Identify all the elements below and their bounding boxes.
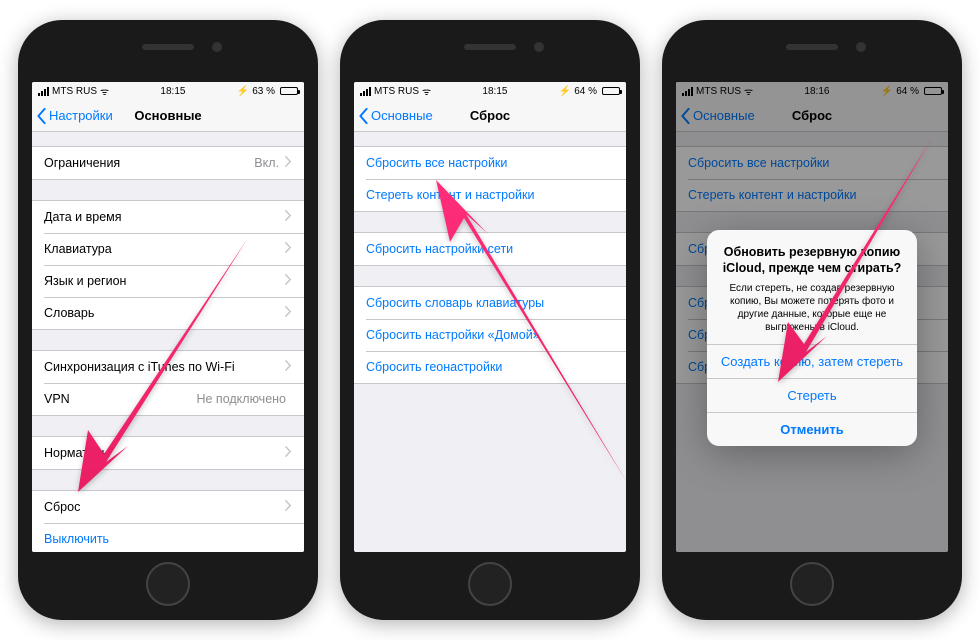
clock: 18:15 — [482, 86, 507, 97]
chevron-right-icon — [285, 242, 292, 256]
row-reset[interactable]: Сброс — [32, 491, 304, 523]
chevron-right-icon — [285, 210, 292, 224]
alert-title: Обновить резервную копию iCloud, прежде … — [721, 244, 903, 277]
bluetooth-icon: ⚡ — [237, 86, 249, 97]
signal-icon — [38, 87, 49, 96]
battery-icon — [602, 87, 620, 95]
screen-2: MTS RUS ᯤ 18:15 ⚡ 64 % Основные Сброс Сб… — [354, 82, 626, 552]
nav-title: Основные — [134, 108, 201, 123]
row-shutdown[interactable]: Выключить — [32, 523, 304, 552]
screen-1: MTS RUS ᯤ 18:15 ⚡ 63 % Настройки Основны… — [32, 82, 304, 552]
chevron-left-icon — [358, 108, 369, 124]
chevron-right-icon — [285, 306, 292, 320]
chevron-right-icon — [285, 274, 292, 288]
alert-erase[interactable]: Стереть — [707, 378, 917, 412]
carrier-label: MTS RUS — [374, 86, 419, 97]
row-date-time[interactable]: Дата и время — [32, 201, 304, 233]
back-label: Настройки — [49, 108, 113, 123]
row-itunes-sync[interactable]: Синхронизация с iTunes по Wi-Fi — [32, 351, 304, 383]
row-reset-home[interactable]: Сбросить настройки «Домой» — [354, 319, 626, 351]
screen-3: MTS RUS ᯤ 18:16 ⚡ 64 % Основные Сброс Сб… — [676, 82, 948, 552]
wifi-icon: ᯤ — [100, 84, 109, 98]
bluetooth-icon: ⚡ — [559, 86, 571, 97]
row-restrictions[interactable]: Ограничения Вкл. — [32, 147, 304, 179]
chevron-right-icon — [285, 360, 292, 374]
battery-icon — [280, 87, 298, 95]
alert-backup-then-erase[interactable]: Создать копию, затем стереть — [707, 344, 917, 378]
battery-pct: 64 % — [574, 86, 597, 97]
chevron-right-icon — [285, 500, 292, 514]
row-reset-all[interactable]: Сбросить все настройки — [354, 147, 626, 179]
battery-pct: 63 % — [252, 86, 275, 97]
row-reset-keyboard-dict[interactable]: Сбросить словарь клавиатуры — [354, 287, 626, 319]
row-dictionary[interactable]: Словарь — [32, 297, 304, 329]
row-reset-network[interactable]: Сбросить настройки сети — [354, 233, 626, 265]
phone-frame-3: MTS RUS ᯤ 18:16 ⚡ 64 % Основные Сброс Сб… — [662, 20, 962, 620]
row-keyboard[interactable]: Клавиатура — [32, 233, 304, 265]
status-bar: MTS RUS ᯤ 18:15 ⚡ 64 % — [354, 82, 626, 100]
alert-dialog: Обновить резервную копию iCloud, прежде … — [707, 230, 917, 446]
alert-cancel[interactable]: Отменить — [707, 412, 917, 446]
row-vpn[interactable]: VPNНе подключено — [32, 383, 304, 415]
back-label: Основные — [371, 108, 433, 123]
back-button[interactable]: Основные — [358, 100, 433, 131]
home-button[interactable] — [468, 562, 512, 606]
row-reset-location[interactable]: Сбросить геонастройки — [354, 351, 626, 383]
settings-list: Ограничения Вкл. Дата и время Клавиатура… — [32, 132, 304, 552]
row-language[interactable]: Язык и регион — [32, 265, 304, 297]
status-bar: MTS RUS ᯤ 18:15 ⚡ 63 % — [32, 82, 304, 100]
nav-bar: Основные Сброс — [354, 100, 626, 132]
back-button[interactable]: Настройки — [36, 100, 113, 131]
chevron-right-icon — [285, 156, 292, 170]
row-erase-content[interactable]: Стереть контент и настройки — [354, 179, 626, 211]
signal-icon — [360, 87, 371, 96]
nav-bar: Настройки Основные — [32, 100, 304, 132]
carrier-label: MTS RUS — [52, 86, 97, 97]
home-button[interactable] — [146, 562, 190, 606]
phone-frame-1: MTS RUS ᯤ 18:15 ⚡ 63 % Настройки Основны… — [18, 20, 318, 620]
wifi-icon: ᯤ — [422, 84, 431, 98]
home-button[interactable] — [790, 562, 834, 606]
chevron-left-icon — [36, 108, 47, 124]
alert-message: Если стереть, не создав резервную копию,… — [721, 282, 903, 334]
phone-frame-2: MTS RUS ᯤ 18:15 ⚡ 64 % Основные Сброс Сб… — [340, 20, 640, 620]
row-regulatory[interactable]: Нормативы — [32, 437, 304, 469]
reset-list: Сбросить все настройки Стереть контент и… — [354, 132, 626, 552]
chevron-right-icon — [285, 446, 292, 460]
nav-title: Сброс — [470, 108, 510, 123]
clock: 18:15 — [160, 86, 185, 97]
